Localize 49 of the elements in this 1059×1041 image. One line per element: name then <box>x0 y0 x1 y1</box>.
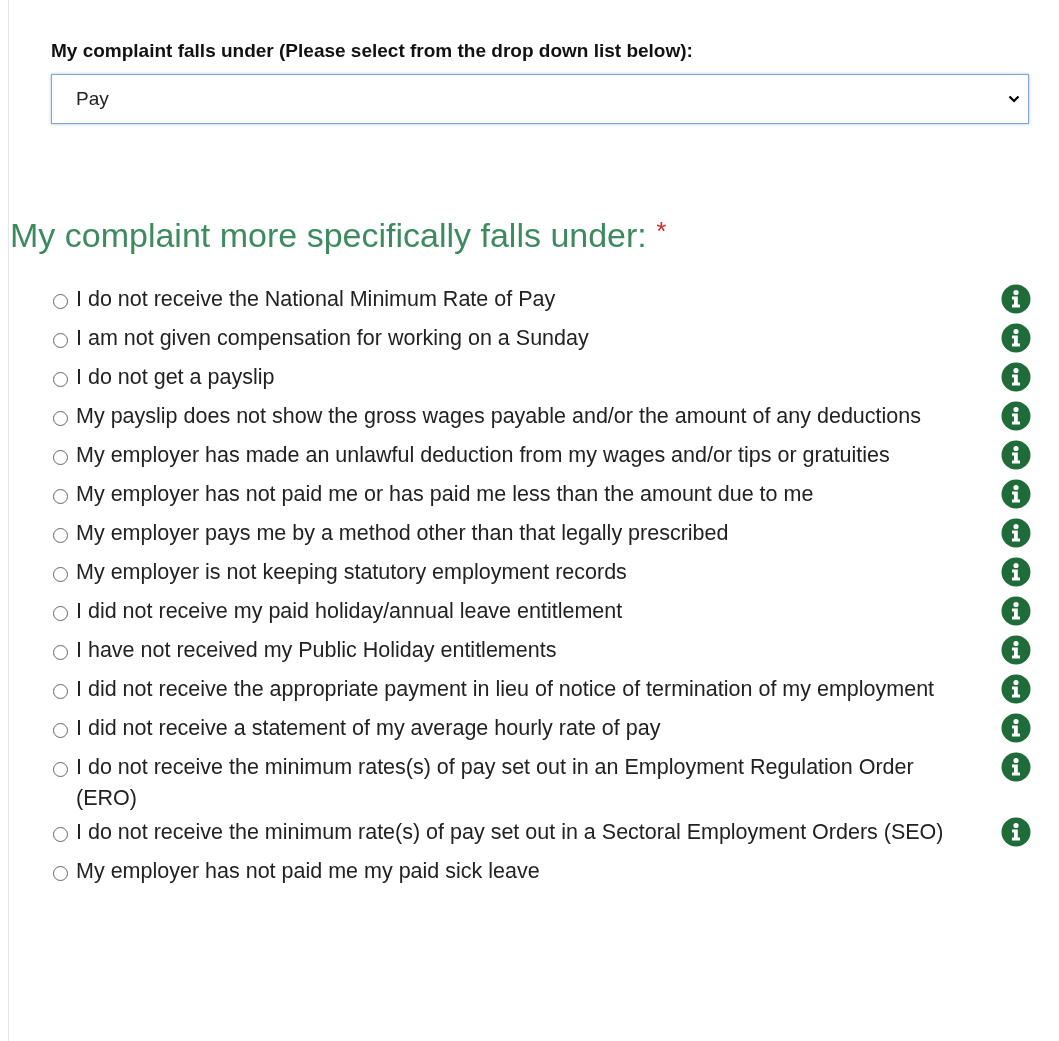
info-icon[interactable] <box>1001 323 1031 353</box>
radio-button[interactable] <box>53 645 68 660</box>
required-mark: * <box>656 216 667 246</box>
info-icon[interactable] <box>1001 284 1031 314</box>
option-label[interactable]: I did not receive the appropriate payment in lieu of notice of termination of my employment <box>76 674 956 705</box>
info-icon[interactable] <box>1001 752 1031 782</box>
option-label[interactable]: I am not given compensation for working on a Sunday <box>76 323 956 354</box>
complaint-dropdown[interactable]: Pay <box>51 74 1029 124</box>
option-label[interactable]: My employer is not keeping statutory employment records <box>76 557 956 588</box>
option-label[interactable]: I do not receive the minimum rate(s) of pay set out in a Sectoral Employment Orders (SEO) <box>76 817 956 848</box>
radio-button[interactable] <box>53 489 68 504</box>
info-icon[interactable] <box>1001 674 1031 704</box>
radio-button[interactable] <box>53 528 68 543</box>
info-icon[interactable] <box>1001 440 1031 470</box>
radio-button[interactable] <box>53 333 68 348</box>
radio-button[interactable] <box>53 450 68 465</box>
info-icon[interactable] <box>1001 401 1031 431</box>
info-icon[interactable] <box>1001 362 1031 392</box>
section-heading: My complaint more specifically falls under: <box>10 216 647 254</box>
option-label[interactable]: My employer has not paid me or has paid me less than the amount due to me <box>76 479 956 510</box>
radio-button[interactable] <box>53 372 68 387</box>
radio-button[interactable] <box>53 567 68 582</box>
radio-button[interactable] <box>53 762 68 777</box>
info-icon[interactable] <box>1001 557 1031 587</box>
option-label[interactable]: My employer has not paid me my paid sick leave <box>76 856 956 887</box>
field-label: My complaint falls under (Please select from the drop down list below): <box>51 40 694 62</box>
info-icon[interactable] <box>1001 596 1031 626</box>
option-label[interactable]: My employer pays me by a method other than that legally prescribed <box>76 518 956 549</box>
radio-button[interactable] <box>53 866 68 881</box>
info-icon[interactable] <box>1001 635 1031 665</box>
info-icon[interactable] <box>1001 479 1031 509</box>
option-label[interactable]: I have not received my Public Holiday entitlements <box>76 635 956 666</box>
info-icon[interactable] <box>1001 518 1031 548</box>
option-label[interactable]: My employer has made an unlawful deduction from my wages and/or tips or gratuities <box>76 440 956 471</box>
radio-button[interactable] <box>53 723 68 738</box>
info-icon[interactable] <box>1001 817 1031 847</box>
option-label[interactable]: My payslip does not show the gross wages payable and/or the amount of any deductions <box>76 401 956 432</box>
radio-button[interactable] <box>53 294 68 309</box>
option-label[interactable]: I do not receive the minimum rates(s) of pay set out in an Employment Regulation Order (ERO) <box>76 752 956 814</box>
option-label[interactable]: I did not receive a statement of my average hourly rate of pay <box>76 713 956 744</box>
radio-button[interactable] <box>53 411 68 426</box>
radio-button[interactable] <box>53 827 68 842</box>
info-icon[interactable] <box>1001 713 1031 743</box>
chevron-down-icon <box>1008 95 1020 103</box>
radio-button[interactable] <box>53 684 68 699</box>
option-label[interactable]: I did not receive my paid holiday/annual leave entitlement <box>76 596 956 627</box>
option-label[interactable]: I do not receive the National Minimum Rate of Pay <box>76 284 956 315</box>
option-label[interactable]: I do not get a payslip <box>76 362 956 393</box>
radio-button[interactable] <box>53 606 68 621</box>
